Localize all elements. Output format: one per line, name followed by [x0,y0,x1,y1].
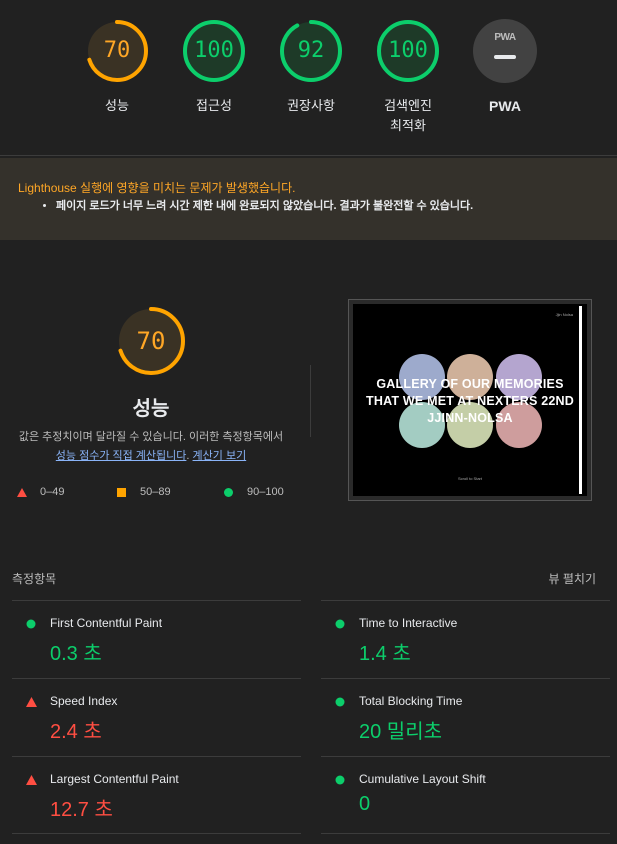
metric-name: Total Blocking Time [359,694,463,708]
gauge-label-line1: 검색엔진 [384,98,432,113]
metrics-divider [321,833,610,834]
metric-name: Time to Interactive [359,616,458,630]
fail-triangle-icon [17,488,27,497]
legend-fail-text: 0–49 [40,486,65,498]
warning-title: Lighthouse 실행에 영향을 미치는 문제가 발생했습니다. [18,181,296,195]
gauge-ring: 100 [375,18,441,84]
screenshot-title-line: JJINN-NOLSA [427,411,513,425]
pass-circle-icon [224,488,233,497]
performance-gauge[interactable]: 70 [115,305,187,377]
pass-circle-icon [26,619,36,629]
vertical-divider [310,365,311,437]
metric-name: Speed Index [50,694,118,708]
screenshot-title-line: GALLERY OF OUR MEMORIES [376,377,564,391]
runtime-warning-box: Lighthouse 실행에 영향을 미치는 문제가 발생했습니다. 페이지 로… [0,158,617,240]
gauge-score: 92 [297,38,325,63]
gauge-label: PWA [489,98,521,114]
metric-value: 0.3 초 [50,643,102,665]
metric-cls[interactable]: Cumulative Layout Shift 0 [321,756,610,834]
metric-value: 2.4 초 [50,721,102,743]
screenshot-title-line: THAT WE MET AT NEXTERS 22ND [366,394,574,408]
metric-value: 20 밀리초 [359,721,443,743]
gauge-best-practices[interactable]: 92 권장사항 [266,18,356,116]
gauge-ring: 92 [278,18,344,84]
gauge-seo[interactable]: 100 검색엔진 최적화 [363,18,453,136]
screenshot-footer-text: Scroll to Start [457,476,482,481]
gauge-performance[interactable]: 70 성능 [72,18,162,116]
pass-circle-icon [335,697,345,707]
gauge-ring: 100 [181,18,247,84]
gauge-score: 100 [194,38,234,63]
performance-desc-line1: 값은 추정치이며 달라질 수 있습니다. 이러한 측정항목에서 [18,431,284,443]
gauge-label: 접근성 [196,98,232,113]
final-screenshot-thumbnail[interactable]: GALLERY OF OUR MEMORIES THAT WE MET AT N… [348,299,592,501]
gauge-pwa[interactable]: PWA PWA [460,18,550,116]
performance-description: 값은 추정치이며 달라질 수 있습니다. 이러한 측정항목에서 성능 점수가 직… [0,428,302,466]
average-square-icon [117,488,126,497]
performance-desc-line2: 성능 점수가 직접 계산됩니다. 계산기 보기 [0,447,302,466]
legend-pass-text: 90–100 [247,486,284,498]
metric-tti[interactable]: Time to Interactive 1.4 초 [321,600,610,678]
metric-value: 0 [359,793,371,815]
screenshot-corner-text: Jjin Nolsa [555,312,573,317]
pass-circle-icon [335,619,345,629]
warning-list: 페이지 로드가 너무 느려 시간 제한 내에 완료되지 않았습니다. 결과가 불… [18,198,473,214]
pwa-badge-text: PWA [494,32,516,43]
warning-item: 페이지 로드가 너무 느려 시간 제한 내에 완료되지 않았습니다. 결과가 불… [56,198,473,214]
screenshot-image: GALLERY OF OUR MEMORIES THAT WE MET AT N… [353,304,587,496]
fail-triangle-icon [26,775,37,785]
performance-score: 70 [136,327,166,355]
metric-value: 1.4 초 [359,643,411,665]
metrics-divider [12,833,301,834]
score-calc-link[interactable]: 성능 점수가 직접 계산됩니다 [56,450,187,462]
metric-lcp[interactable]: Largest Contentful Paint 12.7 초 [12,756,301,834]
performance-title: 성능 [132,398,170,420]
gauge-score: 70 [103,38,131,63]
metric-speed-index[interactable]: Speed Index 2.4 초 [12,678,301,756]
gauge-accessibility[interactable]: 100 접근성 [169,18,259,116]
metrics-header: 측정항목 [12,572,57,586]
category-scores-bar: 70 성능 100 접근성 92 권장사항 100 검색엔진 최적화 PWA P… [0,0,617,156]
gauge-label-line2: 최적화 [390,118,426,133]
pass-circle-icon [335,775,345,785]
screenshot-scrollbar [579,306,582,494]
expand-view-button[interactable]: 뷰 펼치기 [549,570,597,587]
pwa-badge-icon: PWA [473,19,537,83]
metric-fcp[interactable]: First Contentful Paint 0.3 초 [12,600,301,678]
pwa-dash-icon [494,55,516,59]
metric-value: 12.7 초 [50,799,113,821]
fail-triangle-icon [26,697,37,707]
legend-average-text: 50–89 [140,486,171,498]
gauge-label: 권장사항 [287,98,335,113]
metric-tbt[interactable]: Total Blocking Time 20 밀리초 [321,678,610,756]
gauge-label: 성능 [105,98,129,113]
metric-name: Cumulative Layout Shift [359,772,486,786]
metric-name: First Contentful Paint [50,616,163,630]
metric-name: Largest Contentful Paint [50,772,179,786]
gauge-ring: 70 [84,18,150,84]
gauge-label: 검색엔진 최적화 [363,96,453,136]
screenshot-title: GALLERY OF OUR MEMORIES THAT WE MET AT N… [353,376,587,427]
calculator-link[interactable]: 계산기 보기 [193,450,247,462]
gauge-score: 100 [388,38,428,63]
